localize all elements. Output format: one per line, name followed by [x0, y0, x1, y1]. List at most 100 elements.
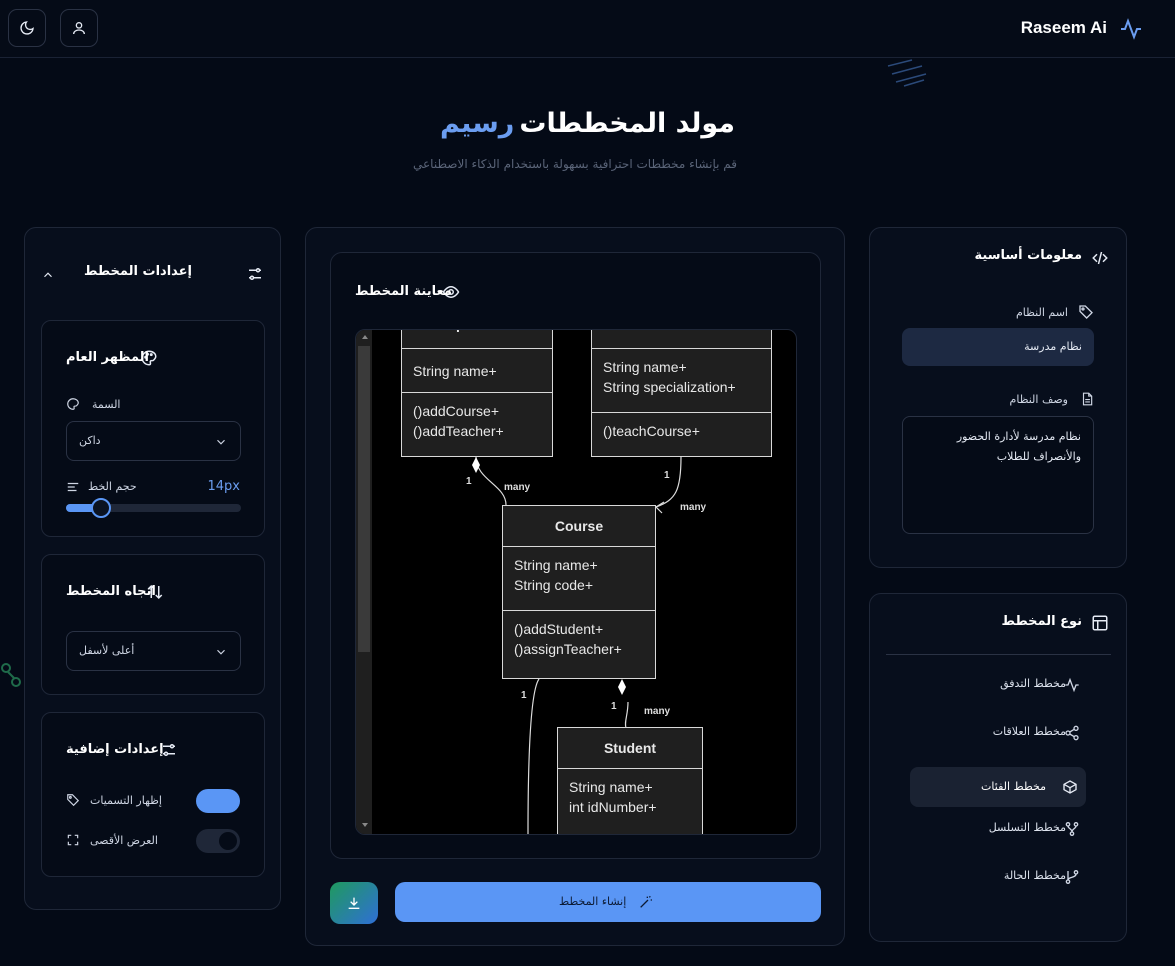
theme-label: السمة	[92, 398, 121, 411]
page-subtitle: قم بإنشاء مخططات احترافية بسهولة باستخدا…	[413, 157, 737, 171]
course-down-link	[527, 678, 540, 834]
font-size-value: 14px	[207, 479, 241, 494]
diagram-type-relations[interactable]: مخطط العلاقات	[870, 725, 1128, 751]
uml-class-student[interactable]: Student String name+ int idNumber+	[557, 727, 703, 834]
direction-card: اتجاه المخطط أعلى لأسفل	[41, 554, 265, 695]
theme-select[interactable]: داكن	[66, 421, 241, 461]
basic-info-panel: معلومات أساسية اسم النظام نظام مدرسة وصف…	[869, 227, 1127, 568]
mult-student-many: many	[644, 706, 671, 717]
file-text-icon	[1082, 392, 1093, 406]
attribute: String name+	[514, 557, 598, 573]
sliders-icon	[249, 268, 261, 280]
preview-title: معاينة المخطط	[355, 284, 452, 299]
title-accent: رسيم	[440, 108, 515, 139]
max-width-label: العرض الأقصى	[90, 834, 158, 847]
font-size-slider-track[interactable]	[66, 498, 241, 518]
extra-settings-card: إعدادات إضافية إظهار التسميات العرض الأق…	[41, 712, 265, 877]
direction-value: أعلى لأسفل	[79, 644, 135, 657]
font-size-slider-thumb[interactable]	[91, 498, 111, 518]
decorative-lines-icon	[887, 59, 927, 87]
composition-diamond-2	[618, 679, 626, 695]
method: ()addTeacher+	[413, 423, 504, 439]
system-desc-textarea[interactable]: نظام مدرسة لأدارة الحضور والأنصراف للطلا…	[902, 416, 1094, 534]
uml-class-course[interactable]: Course String name+ String code+ ()addSt…	[502, 505, 656, 679]
git-branch-icon	[1065, 870, 1079, 884]
diagram-type-label: مخطط العلاقات	[992, 725, 1066, 738]
mult-dept-many: many	[504, 482, 531, 493]
diagram-type-label: مخطط الفئات	[981, 780, 1046, 793]
diagram-viewport[interactable]: 1 many 1 many 1 1 many Department String…	[355, 329, 797, 835]
generate-label: إنشاء المخطط	[559, 895, 627, 908]
chevron-down-icon	[217, 649, 225, 655]
attribute: String name+	[413, 363, 497, 379]
moon-icon	[20, 21, 34, 35]
diagram-type-state[interactable]: مخطط الحالة	[870, 869, 1128, 895]
top-bar: Raseem Ai	[0, 0, 1175, 58]
method: ()assignTeacher+	[514, 641, 622, 657]
preview-panel: معاينة المخطط 1 many 1 many 1 1 many Str…	[305, 227, 845, 946]
attribute: int idNumber+	[569, 799, 657, 815]
generate-button[interactable]: إنشاء المخطط	[395, 882, 821, 922]
diagram-type-panel: نوع المخطط مخطط التدفق مخطط العلاقات مخط…	[869, 593, 1127, 942]
system-desc-value: نظام مدرسة لأدارة الحضور والأنصراف للطلا…	[956, 430, 1081, 463]
system-name-value: نظام مدرسة	[1024, 340, 1082, 353]
magic-wand-icon	[640, 895, 652, 908]
chevron-down-icon	[217, 439, 225, 445]
code-icon	[1092, 251, 1108, 265]
extra-title: إعدادات إضافية	[66, 742, 164, 757]
tag-icon	[67, 794, 80, 807]
composition-diamond	[472, 457, 480, 473]
show-labels-toggle[interactable]	[196, 789, 240, 813]
layout-icon	[1092, 615, 1108, 631]
download-button[interactable]	[330, 882, 378, 924]
diagram-type-flow[interactable]: مخطط التدفق	[870, 677, 1128, 703]
system-name-input[interactable]: نظام مدرسة	[902, 328, 1094, 366]
activity-icon	[1065, 677, 1079, 693]
class-attributes: String name+ String specialization+	[592, 348, 771, 412]
diagram-type-label: مخطط التسلسل	[988, 821, 1066, 834]
settings-panel: إعدادات المخطط المظهر العام السمة داكن ح…	[24, 227, 281, 910]
diagram-type-label: مخطط الحالة	[1003, 869, 1066, 882]
appearance-title: المظهر العام	[66, 350, 149, 365]
max-width-toggle[interactable]	[196, 829, 240, 853]
decorative-nodes-icon	[1, 663, 21, 687]
class-attributes: String name+ int idNumber+	[558, 768, 702, 825]
class-name: Student	[603, 740, 657, 756]
dept-course-link	[475, 456, 507, 506]
class-name: Department	[402, 330, 552, 348]
activity-pulse-icon	[1121, 18, 1141, 40]
download-icon	[348, 897, 360, 909]
class-name: Teacher	[592, 330, 771, 348]
uml-class-department[interactable]: Department String name+ ()addCourse+ ()a…	[401, 330, 553, 457]
box-icon	[1063, 780, 1077, 794]
theme-value: داكن	[79, 434, 101, 447]
course-student-link	[624, 701, 629, 729]
theme-toggle-button[interactable]	[8, 9, 46, 47]
class-methods: ()addCourse+ ()addTeacher+	[402, 392, 552, 449]
user-button[interactable]	[60, 9, 98, 47]
attribute: String name+	[569, 779, 653, 795]
appearance-card: المظهر العام السمة داكن حجم الخط 14px	[41, 320, 265, 537]
method: ()addStudent+	[514, 621, 604, 637]
direction-select[interactable]: أعلى لأسفل	[66, 631, 241, 671]
chevron-up-icon[interactable]	[41, 268, 55, 282]
preview-card: معاينة المخطط 1 many 1 many 1 1 many Str…	[330, 252, 821, 859]
class-name: Course	[554, 518, 604, 534]
mult-student-one: 1	[611, 701, 617, 712]
mult-dept-one: 1	[466, 476, 472, 487]
divider	[886, 654, 1111, 655]
class-attributes: String name+ String code+	[503, 546, 655, 610]
maximize-icon	[67, 834, 79, 846]
brand-name[interactable]: Raseem Ai	[1021, 18, 1107, 38]
settings-title: إعدادات المخطط	[83, 264, 192, 279]
system-desc-label: وصف النظام	[1009, 393, 1068, 406]
mult-course-one: 1	[521, 690, 527, 701]
diagram-type-sequence[interactable]: مخطط التسلسل	[870, 821, 1128, 847]
show-labels-label: إظهار التسميات	[90, 794, 162, 807]
mult-teacher-one: 1	[664, 470, 670, 481]
class-methods: ()teachCourse+	[592, 412, 771, 449]
diagram-type-class[interactable]: مخطط الفئات	[910, 767, 1086, 807]
basic-info-title: معلومات أساسية	[974, 248, 1082, 263]
uml-class-teacher[interactable]: Teacher String name+ String specializati…	[591, 330, 772, 457]
class-attributes: String name+	[402, 348, 552, 392]
